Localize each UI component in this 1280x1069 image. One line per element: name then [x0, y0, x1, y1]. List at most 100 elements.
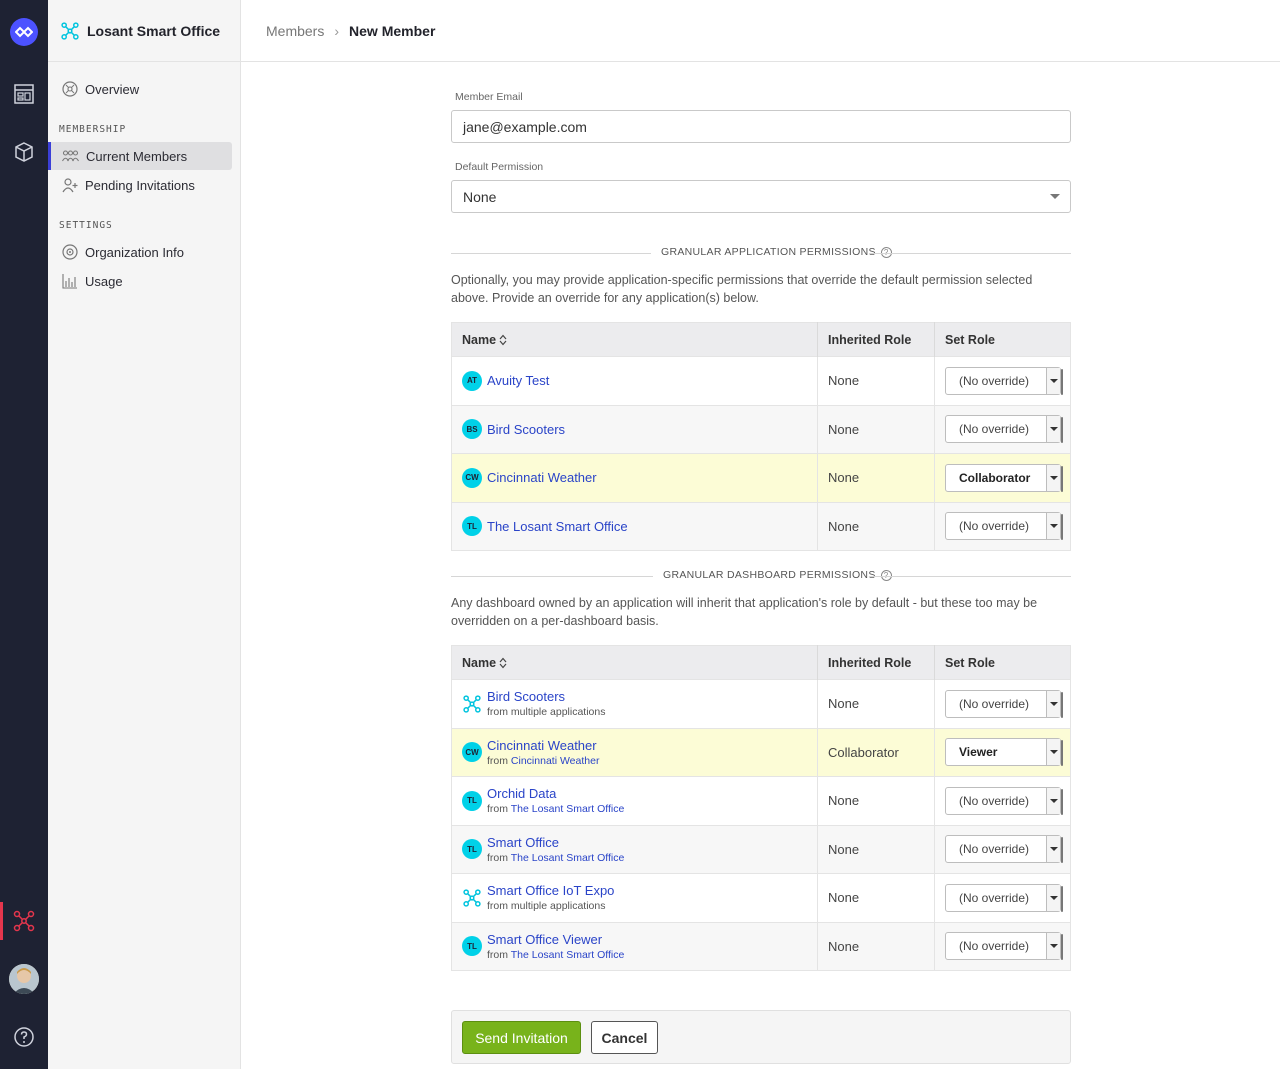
multi-app-network-icon: [463, 889, 481, 907]
organization-network-icon[interactable]: [12, 909, 36, 933]
help-icon[interactable]: [12, 1025, 36, 1049]
app-badge: TL: [462, 516, 482, 537]
app-badge: TL: [462, 839, 482, 860]
inherited-role: Collaborator: [817, 727, 935, 777]
dashboard-link[interactable]: Smart Office: [487, 835, 624, 850]
dashboard-source: from The Losant Smart Office: [487, 851, 625, 864]
sidebar-item-label: Current Members: [86, 148, 188, 164]
app-permissions-divider: GRANULAR APPLICATION PERMISSIONS ?: [451, 245, 1071, 261]
help-circle-icon[interactable]: ?: [880, 569, 892, 581]
send-invitation-button[interactable]: Send Invitation: [462, 1021, 581, 1054]
breadcrumb-members-link[interactable]: Members: [266, 23, 324, 39]
column-header-set-role: Set Role: [934, 322, 1071, 357]
table-row: TL The Losant Smart Office None (No overrid…: [451, 501, 1071, 551]
sort-icon: [499, 657, 507, 669]
app-permissions-heading: GRANULAR APPLICATION PERMISSIONS: [661, 246, 876, 258]
set-role-value: (No override): [959, 793, 1030, 808]
usage-chart-icon: [62, 274, 77, 289]
set-role-select[interactable]: (No override): [945, 883, 1063, 912]
dashboard-link[interactable]: Bird Scooters: [487, 689, 605, 704]
dashboard-source: from The Losant Smart Office: [487, 803, 625, 816]
table-row: TL Orchid Data from The Losant Smart Offic…: [451, 776, 1071, 825]
chevron-down-icon: [1046, 416, 1060, 443]
sidebar-item-overview[interactable]: Overview: [48, 75, 232, 103]
column-header-inherited-role: Inherited Role: [817, 322, 935, 357]
user-avatar[interactable]: [9, 964, 39, 994]
sidebar-item-usage[interactable]: Usage: [48, 267, 232, 295]
sidebar-item-label: Overview: [85, 81, 140, 97]
sidebar-item-label: Usage: [85, 273, 123, 289]
org-network-icon: [61, 21, 79, 40]
table-row: CW Cincinnati Weather from Cincinnati Weat…: [451, 727, 1071, 777]
set-role-value: Collaborator: [959, 470, 1031, 485]
email-value: jane@example.com: [463, 118, 587, 135]
application-link[interactable]: The Losant Smart Office: [487, 519, 628, 534]
dashboard-link[interactable]: Cincinnati Weather: [487, 738, 599, 753]
dashboard-permissions-table: Name Inherited Role Set Role Bird Scoote…: [451, 645, 1071, 971]
set-role-select[interactable]: (No override): [945, 512, 1063, 541]
dashboard-link[interactable]: Orchid Data: [487, 786, 624, 801]
set-role-value: Viewer: [959, 745, 998, 760]
chevron-down-icon: [1050, 194, 1060, 199]
inherited-role: None: [817, 824, 935, 874]
set-role-select[interactable]: (No override): [945, 835, 1063, 864]
gear-icon: [62, 244, 78, 260]
set-role-select[interactable]: Viewer: [945, 738, 1063, 767]
source-application-link[interactable]: Cincinnati Weather: [511, 755, 600, 767]
set-role-select[interactable]: (No override): [945, 786, 1063, 815]
chevron-down-icon: [1046, 464, 1060, 491]
source-application-link[interactable]: The Losant Smart Office: [511, 852, 625, 864]
app-badge: AT: [462, 370, 482, 391]
dashboard-source: from Cincinnati Weather: [487, 754, 600, 767]
email-field[interactable]: jane@example.com: [451, 110, 1071, 143]
applications-cube-icon[interactable]: [12, 140, 36, 164]
set-role-value: (No override): [959, 422, 1030, 437]
dashboard-link[interactable]: Smart Office Viewer: [487, 932, 624, 947]
column-header-set-role: Set Role: [934, 645, 1071, 680]
sort-icon: [499, 334, 507, 346]
dashboards-icon[interactable]: [12, 82, 36, 106]
set-role-select[interactable]: (No override): [945, 366, 1063, 395]
table-row: TL Smart Office Viewer from The Losant Sma…: [451, 921, 1071, 971]
set-role-value: (No override): [959, 890, 1030, 905]
chevron-down-icon: [1046, 884, 1060, 911]
sidebar-item-pending-invitations[interactable]: Pending Invitations: [48, 171, 232, 199]
set-role-value: (No override): [959, 696, 1030, 711]
icon-rail: [0, 0, 48, 1069]
email-label: Member Email: [455, 91, 523, 103]
set-role-select[interactable]: (No override): [945, 415, 1063, 444]
sidebar-item-organization-info[interactable]: Organization Info: [48, 238, 232, 266]
dashboard-permissions-heading: GRANULAR DASHBOARD PERMISSIONS: [663, 569, 876, 581]
app-badge: CW: [462, 467, 482, 488]
default-permission-select[interactable]: None: [451, 180, 1071, 213]
inherited-role: None: [817, 404, 935, 454]
losant-logo-icon[interactable]: [10, 18, 38, 46]
application-link[interactable]: Cincinnati Weather: [487, 470, 597, 485]
dashboard-source: from multiple applications: [487, 706, 606, 719]
chevron-down-icon: [1046, 690, 1060, 717]
inherited-role: None: [817, 453, 935, 502]
app-badge: TL: [462, 790, 482, 811]
set-role-select[interactable]: (No override): [945, 932, 1063, 961]
chevron-down-icon: [1046, 787, 1060, 814]
source-application-link[interactable]: The Losant Smart Office: [511, 803, 625, 815]
set-role-select[interactable]: (No override): [945, 689, 1063, 718]
form-actions: Send Invitation Cancel: [451, 1010, 1071, 1064]
multi-app-network-icon: [463, 695, 481, 713]
app-badge: CW: [462, 742, 482, 763]
source-application-link[interactable]: The Losant Smart Office: [511, 949, 625, 961]
sidebar-item-current-members[interactable]: Current Members: [48, 142, 232, 170]
cancel-button[interactable]: Cancel: [591, 1021, 658, 1054]
application-link[interactable]: Bird Scooters: [487, 422, 565, 437]
default-permission-label: Default Permission: [455, 161, 544, 173]
inherited-role: None: [817, 873, 935, 922]
dashboard-link[interactable]: Smart Office IoT Expo: [487, 883, 614, 898]
column-header-name[interactable]: Name: [451, 322, 818, 357]
application-link[interactable]: Avuity Test: [487, 373, 549, 388]
chevron-down-icon: [1046, 836, 1060, 863]
column-header-name[interactable]: Name: [451, 645, 818, 680]
set-role-select[interactable]: Collaborator: [945, 463, 1063, 492]
sidebar-item-label: Pending Invitations: [85, 177, 195, 193]
help-circle-icon[interactable]: ?: [880, 246, 892, 258]
org-header[interactable]: Losant Smart Office: [48, 0, 240, 62]
